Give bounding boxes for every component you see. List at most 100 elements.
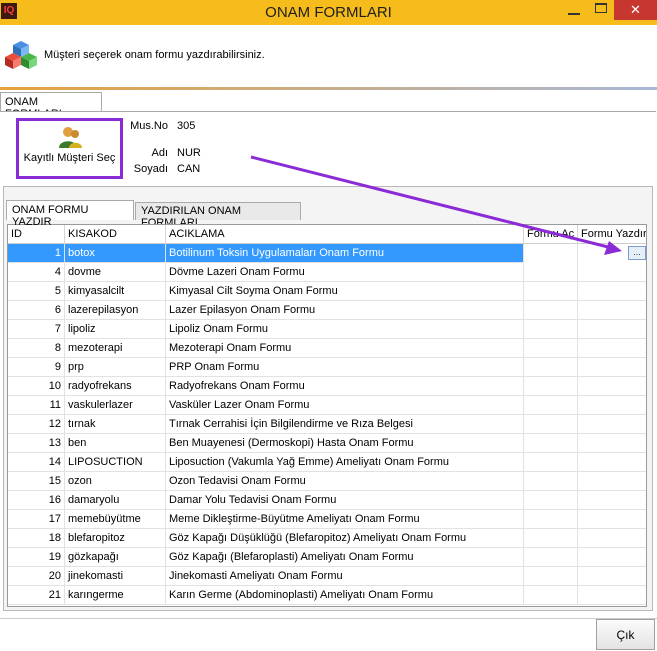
cell-formu-yazdir[interactable]	[578, 510, 646, 529]
cell-formu-ac[interactable]	[524, 567, 578, 586]
cell-kisakod: lazerepilasyon	[65, 301, 166, 320]
tab-onam-formlari[interactable]: ONAM FORMLARI	[0, 92, 102, 120]
cell-kisakod: ozon	[65, 472, 166, 491]
cell-formu-yazdir[interactable]	[578, 434, 646, 453]
window-title: ONAM FORMLARI	[265, 4, 392, 21]
table-row[interactable]: 17 memebüyütme Meme Dikleştirme-Büyütme Am…	[8, 510, 646, 529]
table-row[interactable]: 15 ozon Ozon Tedavisi Onam Formu	[8, 472, 646, 491]
cell-id: 19	[8, 548, 65, 567]
cell-id: 17	[8, 510, 65, 529]
cell-formu-yazdir[interactable]	[578, 567, 646, 586]
cell-formu-ac[interactable]	[524, 529, 578, 548]
tab-yazdirilan-onam-formlari[interactable]: YAZDIRILAN ONAM FORMLARI	[135, 202, 301, 229]
cell-formu-yazdir[interactable]	[578, 377, 646, 396]
cell-kisakod: tırnak	[65, 415, 166, 434]
cell-formu-yazdir[interactable]	[578, 548, 646, 567]
cell-id: 18	[8, 529, 65, 548]
table-row[interactable]: 9 prp PRP Onam Formu	[8, 358, 646, 377]
table-row[interactable]: 7 lipoliz Lipoliz Onam Formu	[8, 320, 646, 339]
cell-formu-yazdir[interactable]	[578, 453, 646, 472]
table-row[interactable]: 12 tırnak Tırnak Cerrahisi İçin Bilgilendi…	[8, 415, 646, 434]
cell-id: 14	[8, 453, 65, 472]
exit-button[interactable]: Çık	[596, 619, 655, 650]
cell-formu-ac[interactable]	[524, 320, 578, 339]
mus-no-value: 305	[177, 120, 196, 132]
forms-grid[interactable]: ID KISAKOD ACIKLAMA Formu Aç Formu Yazdı…	[7, 224, 647, 607]
cell-formu-ac[interactable]	[524, 282, 578, 301]
cell-formu-yazdir[interactable]	[578, 263, 646, 282]
table-row[interactable]: 13 ben Ben Muayenesi (Dermoskopi) Hasta On…	[8, 434, 646, 453]
cell-formu-ac[interactable]	[524, 396, 578, 415]
select-customer-button[interactable]: Kayıtlı Müşteri Seç	[16, 118, 123, 179]
cell-formu-ac[interactable]	[524, 339, 578, 358]
cell-formu-yazdir[interactable]	[578, 339, 646, 358]
cell-formu-ac[interactable]	[524, 358, 578, 377]
cell-formu-yazdir[interactable]	[578, 396, 646, 415]
cell-kisakod: mezoterapi	[65, 339, 166, 358]
cell-formu-yazdir[interactable]	[578, 301, 646, 320]
cell-formu-yazdir[interactable]	[578, 586, 646, 605]
print-form-button[interactable]: ...	[628, 246, 646, 260]
cell-formu-ac[interactable]	[524, 244, 578, 263]
cell-formu-ac[interactable]	[524, 586, 578, 605]
table-row[interactable]: 16 damaryolu Damar Yolu Tedavisi Onam Form…	[8, 491, 646, 510]
column-header-kisakod[interactable]: KISAKOD	[65, 225, 166, 244]
cell-formu-ac[interactable]	[524, 434, 578, 453]
cell-kisakod: karıngerme	[65, 586, 166, 605]
table-row[interactable]: 8 mezoterapi Mezoterapi Onam Formu	[8, 339, 646, 358]
cell-id: 6	[8, 301, 65, 320]
close-window-button[interactable]: ✕	[614, 0, 657, 20]
cell-id: 21	[8, 586, 65, 605]
cell-kisakod: vaskulerlazer	[65, 396, 166, 415]
table-row[interactable]: 5 kimyasalcilt Kimyasal Cilt Soyma Onam Fo…	[8, 282, 646, 301]
cell-formu-ac[interactable]	[524, 453, 578, 472]
cell-formu-yazdir[interactable]	[578, 415, 646, 434]
cell-id: 15	[8, 472, 65, 491]
cell-id: 10	[8, 377, 65, 396]
cell-formu-ac[interactable]	[524, 472, 578, 491]
cell-formu-ac[interactable]	[524, 415, 578, 434]
cell-kisakod: gözkapağı	[65, 548, 166, 567]
cell-formu-ac[interactable]	[524, 301, 578, 320]
table-row[interactable]: 4 dovme Dövme Lazeri Onam Formu	[8, 263, 646, 282]
tab-onam-formu-yazdir[interactable]: ONAM FORMU YAZDIR	[6, 200, 134, 228]
table-row[interactable]: 10 radyofrekans Radyofrekans Onam Formu	[8, 377, 646, 396]
cell-id: 20	[8, 567, 65, 586]
table-row[interactable]: 11 vaskulerlazer Vasküler Lazer Onam Formu	[8, 396, 646, 415]
table-row[interactable]: 20 jinekomasti Jinekomasti Ameliyatı Onam …	[8, 567, 646, 586]
table-row[interactable]: 18 blefaropitoz Göz Kapağı Düşüklüğü (Blef…	[8, 529, 646, 548]
cell-formu-ac[interactable]	[524, 548, 578, 567]
cell-formu-yazdir[interactable]	[578, 529, 646, 548]
minimize-button[interactable]	[568, 5, 580, 15]
table-row[interactable]: 21 karıngerme Karın Germe (Abdominoplasti)…	[8, 586, 646, 605]
cell-aciklama: Meme Dikleştirme-Büyütme Ameliyatı Onam …	[166, 510, 524, 529]
cell-formu-yazdir[interactable]	[578, 320, 646, 339]
column-header-aciklama[interactable]: ACIKLAMA	[166, 225, 524, 244]
column-header-formu-yazdir[interactable]: Formu Yazdır	[578, 225, 646, 244]
cell-kisakod: dovme	[65, 263, 166, 282]
cell-formu-yazdir[interactable]: ...	[578, 244, 646, 263]
cell-id: 13	[8, 434, 65, 453]
cell-formu-ac[interactable]	[524, 510, 578, 529]
cell-aciklama: Tırnak Cerrahisi İçin Bilgilendirme ve R…	[166, 415, 524, 434]
cell-formu-yazdir[interactable]	[578, 358, 646, 377]
cell-formu-yazdir[interactable]	[578, 282, 646, 301]
maximize-button[interactable]	[595, 3, 607, 13]
grid-header: ID KISAKOD ACIKLAMA Formu Aç Formu Yazdı…	[8, 225, 646, 244]
cell-formu-ac[interactable]	[524, 377, 578, 396]
cell-aciklama: Lipoliz Onam Formu	[166, 320, 524, 339]
cell-aciklama: Lazer Epilasyon Onam Formu	[166, 301, 524, 320]
table-row[interactable]: 14 LIPOSUCTION Liposuction (Vakumla Yağ Em…	[8, 453, 646, 472]
cell-aciklama: Jinekomasti Ameliyatı Onam Formu	[166, 567, 524, 586]
cell-aciklama: Radyofrekans Onam Formu	[166, 377, 524, 396]
cell-formu-ac[interactable]	[524, 491, 578, 510]
table-row[interactable]: 1 botox Botilinum Toksin Uygulamaları Onam…	[8, 244, 646, 263]
cell-formu-yazdir[interactable]	[578, 491, 646, 510]
column-header-formu-ac[interactable]: Formu Aç	[524, 225, 578, 244]
cell-formu-ac[interactable]	[524, 263, 578, 282]
cell-kisakod: lipoliz	[65, 320, 166, 339]
table-row[interactable]: 6 lazerepilasyon Lazer Epilasyon Onam Form…	[8, 301, 646, 320]
cell-id: 16	[8, 491, 65, 510]
table-row[interactable]: 19 gözkapağı Göz Kapağı (Blefaroplasti) Am…	[8, 548, 646, 567]
cell-formu-yazdir[interactable]	[578, 472, 646, 491]
